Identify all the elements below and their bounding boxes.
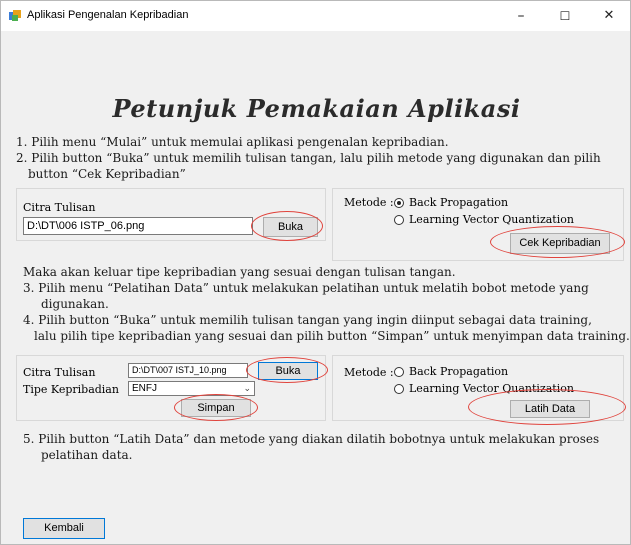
radio-lvq-label-1: Learning Vector Quantization xyxy=(409,213,574,226)
title-bar: Aplikasi Pengenalan Kepribadian – ☐ ✕ xyxy=(1,1,630,31)
instruction-step-5-cont: pelatihan data. xyxy=(41,448,133,462)
radio-lvq-1[interactable] xyxy=(394,215,404,225)
citra-path-field-2[interactable]: D:\DT\007 ISTJ_10.png xyxy=(128,363,248,378)
simpan-button[interactable]: Simpan xyxy=(181,399,251,417)
tipe-kepribadian-label: Tipe Kepribadian xyxy=(23,383,119,396)
metode-label-2: Metode : xyxy=(344,366,394,379)
close-icon[interactable]: ✕ xyxy=(587,1,630,31)
instruction-step-2-cont: button “Cek Kepribadian” xyxy=(28,167,186,181)
tipe-kepribadian-select[interactable]: ENFJ ⌄ xyxy=(128,381,255,396)
chevron-down-icon: ⌄ xyxy=(243,383,251,393)
radio-bp-2[interactable] xyxy=(394,367,404,377)
instruction-step-2: 2. Pilih button “Buka” untuk memilih tul… xyxy=(16,151,601,165)
minimize-icon[interactable]: – xyxy=(499,1,543,31)
instruction-step-4: 4. Pilih button “Buka” untuk memilih tul… xyxy=(23,313,592,327)
radio-lvq-2[interactable] xyxy=(394,384,404,394)
radio-bp-label-1: Back Propagation xyxy=(409,196,509,209)
buka-button-1[interactable]: Buka xyxy=(263,217,318,237)
buka-button-2[interactable]: Buka xyxy=(258,362,318,380)
citra-label-1: Citra Tulisan xyxy=(23,201,96,214)
latih-data-button[interactable]: Latih Data xyxy=(510,400,590,418)
instruction-step-1: 1. Pilih menu “Mulai” untuk memulai apli… xyxy=(16,135,449,149)
radio-bp-label-2: Back Propagation xyxy=(409,365,509,378)
instruction-step-4-cont: lalu pilih tipe kepribadian yang sesuai … xyxy=(34,329,630,343)
radio-lvq-label-2: Learning Vector Quantization xyxy=(409,382,574,395)
citra-path-field-1[interactable]: D:\DT\006 ISTP_06.png xyxy=(23,217,253,235)
page-title: Petunjuk Pemakaian Aplikasi xyxy=(112,94,521,123)
tipe-kepribadian-value: ENFJ xyxy=(132,383,157,394)
radio-bp-1[interactable] xyxy=(394,198,404,208)
instruction-result: Maka akan keluar tipe kepribadian yang s… xyxy=(23,265,456,279)
window-title: Aplikasi Pengenalan Kepribadian xyxy=(27,9,189,21)
kembali-button[interactable]: Kembali xyxy=(23,518,105,539)
instruction-step-3: 3. Pilih menu “Pelatihan Data” untuk mel… xyxy=(23,281,589,295)
instruction-step-5: 5. Pilih button “Latih Data” dan metode … xyxy=(23,432,600,446)
cek-kepribadian-button[interactable]: Cek Kepribadian xyxy=(510,233,610,254)
instruction-step-3-cont: digunakan. xyxy=(41,297,109,311)
maximize-icon[interactable]: ☐ xyxy=(543,1,587,31)
app-icon xyxy=(9,10,21,21)
app-window: Aplikasi Pengenalan Kepribadian – ☐ ✕ Pe… xyxy=(0,0,631,545)
citra-label-2: Citra Tulisan xyxy=(23,366,96,379)
metode-label-1: Metode : xyxy=(344,196,394,209)
